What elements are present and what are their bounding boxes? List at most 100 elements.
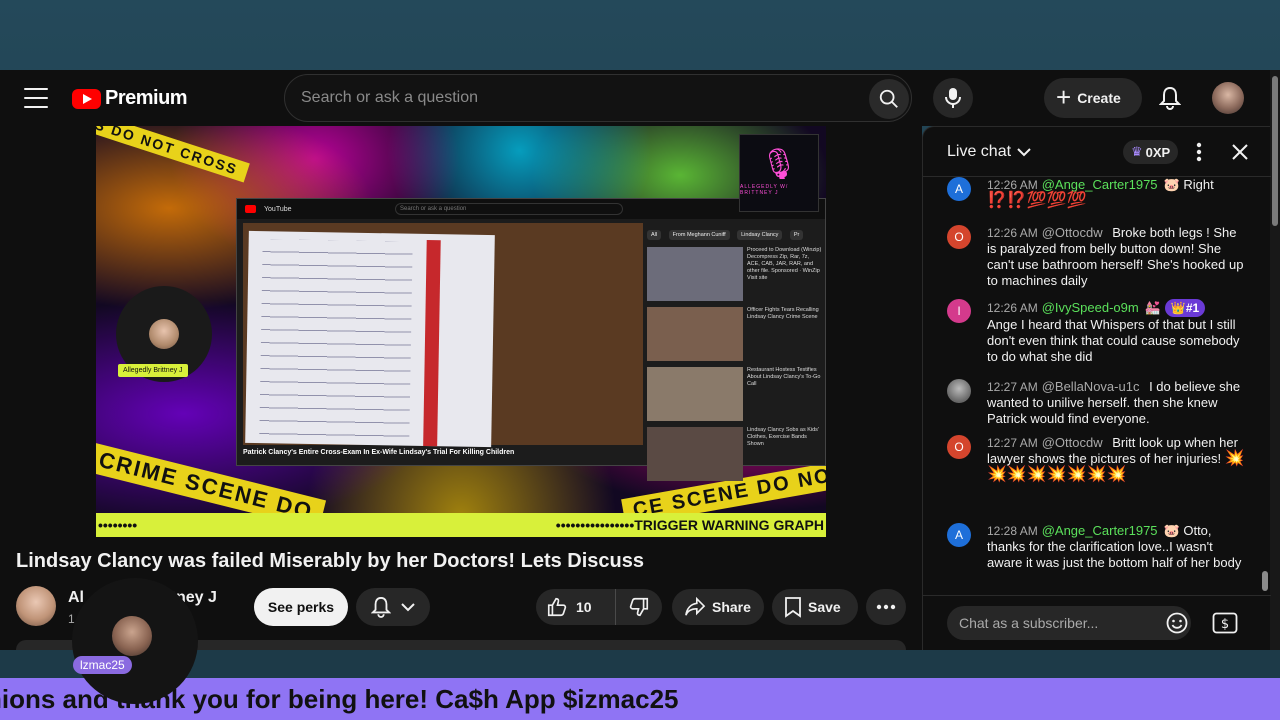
trigger-left: •••••••• [98, 517, 138, 533]
embedded-chip: Pr [789, 230, 804, 240]
embedded-search: Search or ask a question [395, 203, 623, 215]
page-scrollbar[interactable] [1270, 70, 1280, 650]
channel-name-start: Al [68, 589, 84, 606]
embedded-item-text: Lindsay Clancy Sobs as Kids' Clothes, Ex… [747, 427, 819, 447]
member-badge-icon: 🐷 [1163, 177, 1180, 192]
chevron-down-icon [401, 603, 415, 612]
chat-input-area: $ [923, 595, 1271, 651]
chat-time: 12:26 AM [987, 301, 1038, 315]
more-horizontal-icon [876, 604, 896, 610]
guest-name-tag: lzmac25 [73, 656, 132, 674]
rank-badge: 👑#1 [1164, 299, 1206, 317]
search-button[interactable] [869, 79, 909, 119]
like-button[interactable]: 10 [536, 589, 616, 625]
like-dislike-group: 10 [536, 589, 662, 625]
search-input[interactable] [285, 89, 845, 107]
embedded-item: Officer Fights Tears Recalling Lindsay C… [647, 307, 823, 361]
dislike-button[interactable] [616, 589, 662, 625]
embedded-thumb [647, 247, 743, 301]
logo-text: Premium [105, 87, 188, 109]
menu-icon[interactable] [24, 88, 48, 108]
subscription-bell-button[interactable] [356, 588, 430, 626]
video-title: Lindsay Clancy was failed Miserably by h… [16, 550, 644, 572]
share-button[interactable]: Share [672, 589, 764, 625]
plus-icon: + [1056, 81, 1072, 112]
bell-icon [371, 596, 391, 618]
video-player[interactable]: IS DO NOT CROSS CRIME SCENE DO CE SCENE … [96, 126, 826, 537]
chat-scrollbar-thumb[interactable] [1262, 571, 1268, 591]
chat-scrollbar[interactable] [1261, 181, 1269, 595]
channel-avatar[interactable] [16, 586, 56, 626]
chat-message-body: 12:26 AM @Ange_Carter1975 🐷 Right ⁉️⁉️💯💯💯 [987, 177, 1247, 209]
chat-author[interactable]: @Ottocdw [1042, 435, 1103, 450]
smiley-icon [1166, 612, 1188, 634]
embedded-chip: Lindsay Clancy [737, 230, 783, 240]
chat-author[interactable]: @BellaNova-u1c [1042, 379, 1140, 394]
share-icon [685, 597, 706, 616]
svg-text:$: $ [1221, 617, 1229, 632]
scrolling-ticker: nions and thank you for being here! Ca$h… [0, 678, 1280, 720]
chat-author[interactable]: @Ottocdw [1042, 225, 1103, 240]
save-label: Save [808, 599, 841, 615]
chat-author[interactable]: @Ange_Carter1975 [1042, 177, 1158, 192]
host-avatar [149, 319, 179, 349]
share-label: Share [712, 599, 751, 615]
chat-options-button[interactable] [1189, 141, 1209, 163]
microphone-icon [945, 88, 961, 108]
chat-message-body: 12:26 AM @Ottocdw Broke both legs ! She i… [987, 225, 1247, 289]
chat-avatar[interactable]: O [947, 225, 971, 249]
live-chat-mode-selector[interactable]: Live chat [947, 143, 1031, 161]
podcast-microphone-icon: 🎙 [759, 148, 799, 181]
chat-author[interactable]: @IvySpeed-o9m [1042, 300, 1139, 315]
chat-message: O 12:27 AM @Ottocdw Britt look up when he… [947, 435, 1247, 483]
see-perks-button[interactable]: See perks [254, 588, 348, 626]
emoji-button[interactable] [1165, 611, 1189, 635]
xp-badge[interactable]: ♛ 0XP [1123, 140, 1179, 164]
watch-area: IS DO NOT CROSS CRIME SCENE DO CE SCENE … [0, 126, 922, 650]
embedded-chip: From Meghann Cuniff [668, 230, 730, 240]
chat-avatar[interactable]: O [947, 435, 971, 459]
more-actions-button[interactable] [866, 589, 906, 625]
embedded-video [243, 223, 643, 448]
save-button[interactable]: Save [772, 589, 858, 625]
super-chat-button[interactable]: $ [1211, 610, 1239, 636]
chat-time: 12:27 AM [987, 380, 1038, 394]
close-chat-button[interactable] [1227, 139, 1253, 165]
chat-message: A 12:26 AM @Ange_Carter1975 🐷 Right ⁉️⁉️💯💯… [947, 177, 1247, 209]
live-chat-panel: Live chat ♛ 0XP A 12:26 AM @Ange_Carter19… [922, 126, 1271, 651]
member-badge-icon: 🐷 [1163, 523, 1180, 538]
chat-input[interactable] [947, 606, 1191, 640]
host-name-tag: Allegedly Brittney J [118, 364, 188, 377]
trigger-right: ••••••••••••••••TRIGGER WARNING GRAPH [555, 517, 824, 533]
chat-message-list[interactable]: A 12:26 AM @Ange_Carter1975 🐷 Right ⁉️⁉️💯💯… [923, 177, 1263, 595]
chat-text: Right [1183, 177, 1214, 192]
chat-avatar[interactable] [947, 379, 971, 403]
youtube-play-icon [72, 88, 101, 109]
chat-message-body: 12:27 AM @Ottocdw Britt look up when her … [987, 435, 1247, 483]
youtube-logo[interactable]: Premium [72, 87, 188, 110]
chat-author[interactable]: @Ange_Carter1975 [1042, 523, 1158, 538]
create-label: Create [1077, 90, 1121, 106]
embedded-thumb [647, 367, 743, 421]
chat-message: 12:27 AM @BellaNova-u1c I do believe she … [947, 379, 1247, 427]
embedded-item-text: Proceed to Download (Winzip) Decompress … [747, 247, 822, 281]
create-button[interactable]: + Create [1044, 78, 1142, 118]
notifications-button[interactable] [1150, 78, 1190, 118]
chat-message: O 12:26 AM @Ottocdw Broke both legs ! She… [947, 225, 1247, 289]
embedded-thumb [647, 427, 743, 481]
live-chat-header: Live chat ♛ 0XP [923, 127, 1271, 177]
crime-tape-top: IS DO NOT CROSS [96, 126, 251, 183]
guest-camera-bubble [72, 578, 198, 704]
chat-avatar[interactable]: A [947, 523, 971, 547]
shared-screen: YouTube Search or ask a question Patrick… [236, 198, 826, 481]
embedded-item-text: Restaurant Hostess Testifies About Linds… [747, 367, 821, 387]
chat-avatar[interactable]: A [947, 177, 971, 201]
voice-search-button[interactable] [933, 78, 973, 118]
embedded-youtube-icon [245, 205, 256, 213]
account-avatar[interactable] [1212, 82, 1244, 114]
page-scrollbar-thumb[interactable] [1272, 76, 1278, 226]
chat-time: 12:28 AM [987, 524, 1038, 538]
chat-avatar[interactable]: I [947, 299, 971, 323]
like-count: 10 [576, 599, 592, 615]
guest-avatar [112, 616, 152, 656]
